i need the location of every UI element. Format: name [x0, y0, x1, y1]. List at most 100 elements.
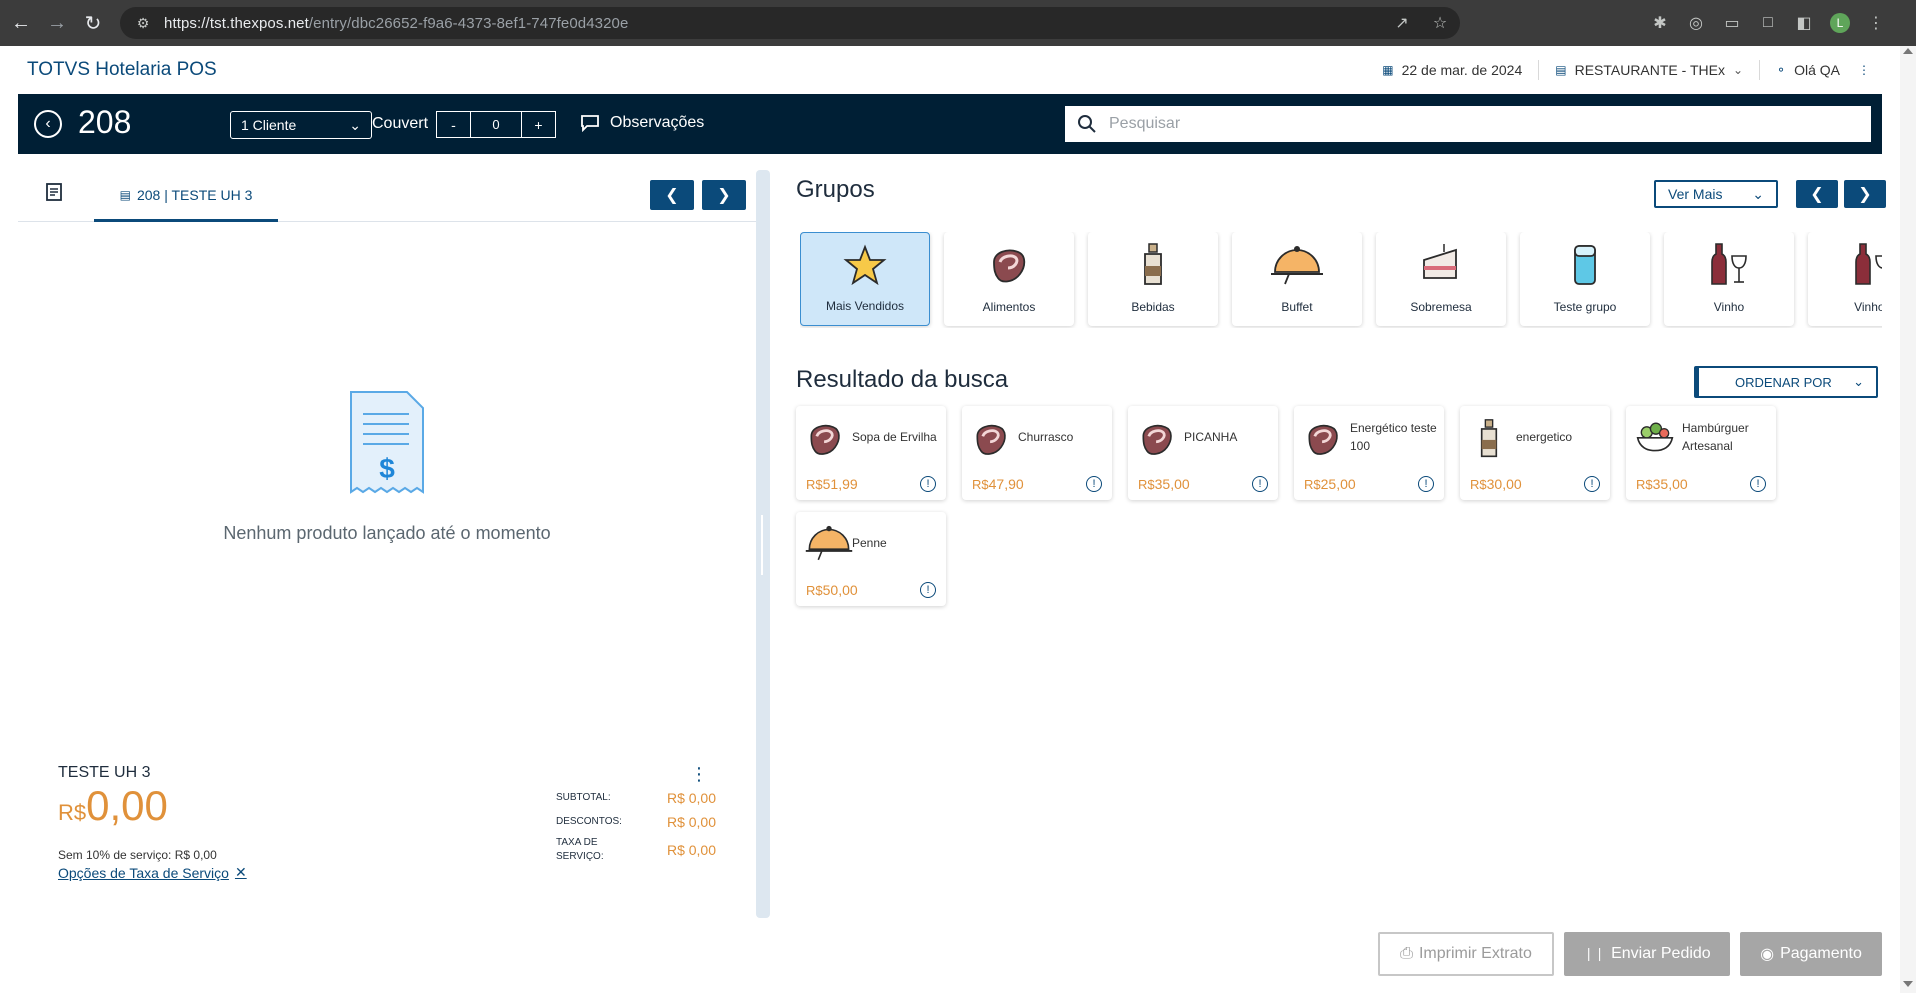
product-name: PICANHA: [1184, 430, 1238, 444]
group-card-teste-grupo[interactable]: Teste grupo: [1520, 232, 1650, 326]
print-statement-button[interactable]: ⎙ Imprimir Extrato: [1378, 932, 1554, 976]
close-icon[interactable]: ✕: [235, 864, 247, 881]
service-options-link[interactable]: Opções de Taxa de Serviço ✕: [58, 864, 247, 881]
bookmark-star-icon[interactable]: ☆: [1430, 13, 1450, 33]
url-text[interactable]: https://tst.thexpos.net/entry/dbc26652-f…: [164, 15, 628, 32]
group-label: Mais Vendidos: [825, 299, 905, 313]
back-arrow-icon[interactable]: ←: [6, 8, 36, 38]
product-card[interactable]: Energético teste 100 R$25,00 !: [1294, 406, 1444, 500]
totals-row: SUBTOTAL: R$ 0,00: [556, 786, 716, 810]
groups-prev-button[interactable]: ❮: [1796, 180, 1838, 208]
back-circle-icon[interactable]: ‹: [34, 110, 62, 138]
info-icon[interactable]: !: [920, 476, 936, 492]
guest-name: TESTE UH 3: [58, 764, 151, 781]
couvert-minus-button[interactable]: -: [437, 112, 470, 137]
tab-prev-button[interactable]: ❮: [650, 180, 694, 210]
chevron-down-icon: ⌄: [349, 116, 361, 133]
receipt-dollar-icon: $: [350, 391, 424, 494]
product-name: Energético teste 100: [1350, 421, 1437, 453]
product-card[interactable]: Churrasco R$47,90 !: [962, 406, 1112, 500]
url-host: https://tst.thexpos.net: [164, 14, 309, 32]
group-label: Bebidas: [1131, 300, 1175, 314]
group-card-sobremesa[interactable]: Sobremesa: [1376, 232, 1506, 326]
reload-icon[interactable]: ↻: [78, 8, 108, 38]
open-in-new-icon[interactable]: ↗: [1392, 13, 1412, 33]
group-label: Teste grupo: [1553, 300, 1617, 314]
price-currency: R$: [806, 477, 823, 492]
restaurant-selector[interactable]: ▤ RESTAURANTE - THEx ⌄: [1539, 60, 1761, 80]
address-bar[interactable]: ⚙ https://tst.thexpos.net/entry/dbc26652…: [120, 7, 1460, 39]
steak-icon: [976, 424, 1006, 455]
groups-next-button[interactable]: ❯: [1844, 180, 1886, 208]
payment-button[interactable]: ◉ Pagamento: [1740, 932, 1882, 976]
side-panel-icon[interactable]: ◧: [1794, 13, 1814, 33]
search-box[interactable]: Pesquisar: [1063, 104, 1873, 144]
svg-text:$: $: [379, 453, 395, 484]
cutlery-icon: ❘❘: [1583, 946, 1606, 961]
observations-button[interactable]: Observações: [580, 114, 704, 132]
clients-select[interactable]: 1 Cliente ⌄: [230, 111, 372, 139]
couvert-value[interactable]: 0: [470, 112, 522, 137]
browser-chrome: ← → ↻ ⚙ https://tst.thexpos.net/entry/db…: [0, 0, 1916, 46]
info-icon[interactable]: !: [1418, 476, 1434, 492]
totals-table: SUBTOTAL: R$ 0,00 DESCONTOS: R$ 0,00 TAX…: [556, 786, 716, 864]
send-order-button[interactable]: ❘❘ Enviar Pedido: [1564, 932, 1730, 976]
couvert-plus-button[interactable]: +: [522, 112, 555, 137]
extension-target-icon[interactable]: ◎: [1686, 13, 1706, 33]
tab-next-button[interactable]: ❯: [702, 180, 746, 210]
cloche-icon: [1271, 246, 1323, 285]
summary-kebab-icon[interactable]: ⋮: [690, 764, 708, 785]
panel-splitter[interactable]: [756, 170, 770, 918]
product-card[interactable]: Sopa de Ervilha R$51,99 !: [796, 406, 946, 500]
group-card-buffet[interactable]: Buffet: [1232, 232, 1362, 326]
group-card-vinho[interactable]: Vinho: [1664, 232, 1794, 326]
extension-gear-icon[interactable]: ✱: [1650, 13, 1670, 33]
info-icon[interactable]: !: [1584, 476, 1600, 492]
tab-room-guest[interactable]: ▤ 208 | TESTE UH 3: [94, 170, 278, 222]
group-label: Alimentos: [982, 300, 1036, 314]
product-card[interactable]: energetico R$30,00 !: [1460, 406, 1610, 500]
cake-icon: [1423, 244, 1457, 279]
group-card-vinho-2[interactable]: Vinho -: [1808, 232, 1882, 326]
wine-icon: [1711, 243, 1747, 285]
profile-avatar[interactable]: L: [1830, 13, 1850, 33]
app-header: TOTVS Hotelaria POS ▦ 22 de mar. de 2024…: [0, 46, 1900, 94]
order-by-select[interactable]: ORDENAR POR ⌄: [1694, 366, 1878, 398]
calendar-icon: ▦: [1382, 63, 1394, 77]
group-label: Buffet: [1281, 300, 1313, 314]
product-card[interactable]: PICANHA R$35,00 !: [1128, 406, 1278, 500]
kebab-menu-icon[interactable]: ⋮: [1858, 63, 1870, 77]
extension-card-icon[interactable]: ▭: [1722, 13, 1742, 33]
search-icon: [1069, 114, 1105, 134]
user-menu[interactable]: ⚬ Olá QA ⋮: [1760, 60, 1870, 80]
search-input[interactable]: Pesquisar: [1109, 115, 1180, 133]
building-icon: ▤: [1555, 63, 1567, 77]
info-icon[interactable]: !: [1086, 476, 1102, 492]
restaurant-name: RESTAURANTE - THEx: [1574, 62, 1725, 78]
order-toolbar: ‹ 208 1 Cliente ⌄ Couvert - 0 + Observaç…: [18, 94, 1882, 154]
forward-arrow-icon[interactable]: →: [42, 8, 72, 38]
group-label: Vinho: [1713, 300, 1745, 314]
browser-menu-icon[interactable]: ⋮: [1866, 13, 1886, 33]
info-icon[interactable]: !: [920, 582, 936, 598]
page-scrollbar[interactable]: [1900, 46, 1916, 993]
info-icon[interactable]: !: [1750, 476, 1766, 492]
product-name: energetico: [1516, 430, 1573, 444]
action-bar: ⎙ Imprimir Extrato ❘❘ Enviar Pedido ◉ Pa…: [1378, 932, 1882, 976]
price-value: 25,00: [1320, 476, 1356, 492]
info-icon[interactable]: !: [1252, 476, 1268, 492]
receipt-list-icon[interactable]: [44, 182, 64, 208]
product-name: Churrasco: [1018, 430, 1074, 444]
totals-label: DESCONTOS:: [556, 816, 622, 827]
group-card-mais-vendidos[interactable]: Mais Vendidos: [800, 232, 930, 326]
product-card[interactable]: Penne R$50,00 !: [796, 512, 946, 606]
group-card-bebidas[interactable]: Bebidas: [1088, 232, 1218, 326]
extensions-puzzle-icon[interactable]: □: [1758, 13, 1778, 33]
chevron-down-icon: ⌄: [1732, 63, 1744, 77]
clients-value: 1 Cliente: [241, 117, 297, 133]
ver-mais-select[interactable]: Ver Mais ⌄: [1654, 180, 1778, 208]
header-date[interactable]: ▦ 22 de mar. de 2024: [1366, 60, 1540, 80]
product-card[interactable]: Hambúrguer Artesanal R$35,00 !: [1626, 406, 1776, 500]
group-card-alimentos[interactable]: Alimentos: [944, 232, 1074, 326]
site-settings-icon[interactable]: ⚙: [132, 12, 154, 34]
